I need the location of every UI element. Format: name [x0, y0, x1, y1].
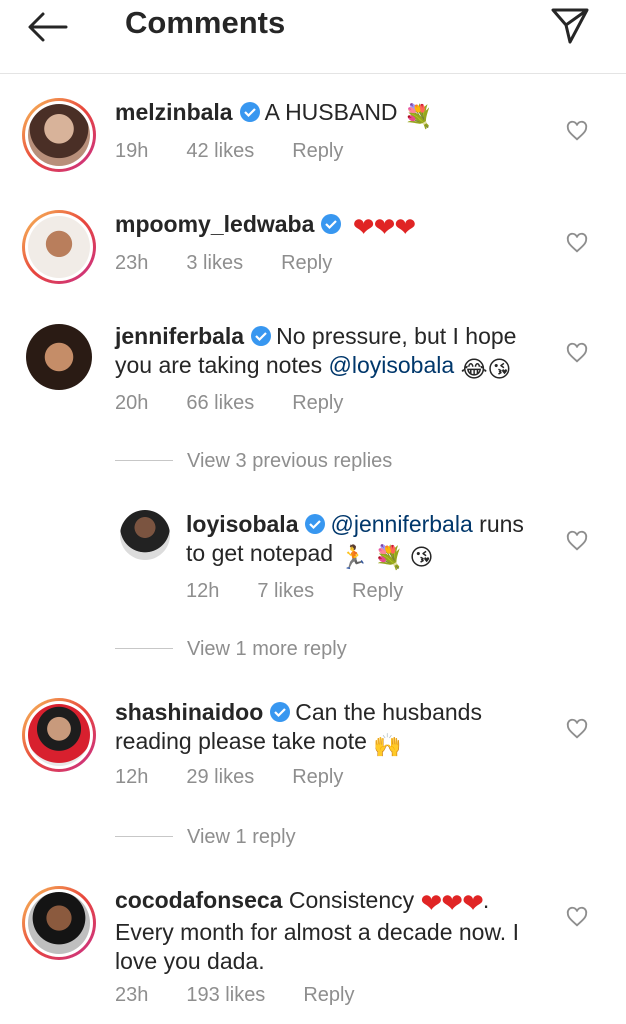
view-replies-label[interactable]: View 3 previous replies — [187, 450, 392, 472]
verified-badge-icon — [321, 214, 342, 234]
comment-meta: 12h 7 likes Reply — [186, 580, 403, 603]
verified-badge-icon — [270, 702, 291, 722]
comment-time: 23h — [115, 984, 149, 1006]
comment-time: 12h — [186, 580, 220, 602]
comment-text: Consistency — [288, 887, 415, 913]
comment-likes[interactable]: 3 likes — [186, 252, 243, 275]
comment-item: mpoomy_ledwaba ❤❤❤ 23h 3 likes Reply — [0, 210, 626, 290]
red-hearts-emoji-icon: ❤❤❤ — [352, 212, 416, 242]
like-heart-icon[interactable] — [566, 906, 588, 928]
verified-badge-icon — [305, 514, 326, 534]
comment-text: No pressure, but I hope — [276, 323, 517, 349]
comment-username[interactable]: jenniferbala — [115, 323, 244, 349]
comment-item: jenniferbala No pressure, but I hope you … — [0, 322, 626, 422]
comment-meta: 12h 29 likes Reply — [115, 766, 343, 789]
comment-username[interactable]: loyisobala — [186, 511, 298, 537]
comment-body: loyisobala @jenniferbala runs to get note… — [186, 510, 566, 572]
reply-item: loyisobala @jenniferbala runs to get note… — [0, 510, 626, 610]
avatar[interactable] — [22, 98, 96, 172]
paper-plane-icon[interactable] — [550, 6, 590, 46]
reply-button[interactable]: Reply — [281, 252, 332, 275]
view-more-replies[interactable]: View 1 more reply — [115, 638, 347, 661]
view-previous-replies[interactable]: View 3 previous replies — [115, 450, 392, 473]
laugh-kiss-emoji-icon: 😂😘 — [460, 356, 512, 382]
comment-meta: 23h 3 likes Reply — [115, 252, 332, 275]
avatar[interactable] — [26, 324, 92, 390]
comment-time: 12h — [115, 766, 149, 788]
comment-text-line3: love you dada. — [115, 948, 265, 974]
comments-header: Comments — [0, 0, 626, 74]
reply-button[interactable]: Reply — [303, 984, 354, 1007]
comment-time: 20h — [115, 392, 149, 414]
comment-item: shashinaidoo Can the husbands reading ple… — [0, 698, 626, 798]
view-replies-label[interactable]: View 1 reply — [187, 826, 296, 848]
avatar[interactable] — [22, 886, 96, 960]
comment-likes[interactable]: 66 likes — [186, 392, 254, 415]
comment-body: shashinaidoo Can the husbands reading ple… — [115, 698, 575, 760]
verified-badge-icon — [251, 326, 272, 346]
avatar[interactable] — [22, 698, 96, 772]
comment-body: melzinbala A HUSBAND 💐 — [115, 98, 433, 131]
comment-username[interactable]: shashinaidoo — [115, 699, 263, 725]
bouquet-emoji-icon: 💐 — [403, 103, 433, 129]
mention-link[interactable]: @loyisobala — [329, 352, 455, 378]
view-replies-label[interactable]: View 1 more reply — [187, 638, 347, 660]
like-heart-icon[interactable] — [566, 120, 588, 142]
like-heart-icon[interactable] — [566, 718, 588, 740]
comment-text-line2: Every month for almost a decade now. I — [115, 919, 519, 945]
red-hearts-emoji-icon: ❤❤❤ — [420, 888, 484, 918]
avatar[interactable] — [120, 510, 170, 560]
comment-username[interactable]: cocodafonseca — [115, 887, 282, 913]
comment-text-line2: reading please take note — [115, 728, 367, 754]
like-heart-icon[interactable] — [566, 342, 588, 364]
divider — [115, 836, 173, 837]
comment-body: cocodafonseca Consistency ❤❤❤. Every mon… — [115, 886, 565, 976]
page-title: Comments — [125, 5, 286, 40]
raised-hands-emoji-icon: 🙌 — [373, 732, 402, 758]
reply-button[interactable]: Reply — [292, 766, 343, 789]
comment-likes[interactable]: 29 likes — [186, 766, 254, 789]
comment-time: 19h — [115, 140, 149, 162]
comment-time: 23h — [115, 252, 149, 274]
comment-meta: 19h 42 likes Reply — [115, 140, 343, 163]
comment-likes[interactable]: 42 likes — [186, 140, 254, 163]
comment-text-dot: . — [482, 887, 490, 913]
runner-bouquet-kiss-emoji-icon: 🏃 💐 😘 — [339, 544, 434, 570]
like-heart-icon[interactable] — [566, 232, 588, 254]
divider — [115, 648, 173, 649]
like-heart-icon[interactable] — [566, 530, 588, 552]
comment-body: mpoomy_ledwaba ❤❤❤ — [115, 210, 416, 242]
comment-body: jenniferbala No pressure, but I hope you … — [115, 322, 575, 384]
reply-button[interactable]: Reply — [352, 580, 403, 603]
divider — [115, 460, 173, 461]
comment-text-line2: to get notepad — [186, 540, 334, 566]
comment-likes[interactable]: 7 likes — [257, 580, 314, 603]
comment-username[interactable]: melzinbala — [115, 99, 233, 125]
arrow-left-icon[interactable] — [26, 10, 70, 44]
reply-button[interactable]: Reply — [292, 140, 343, 163]
mention-link[interactable]: @jenniferbala — [330, 511, 472, 537]
comment-text: A HUSBAND — [264, 99, 398, 125]
verified-badge-icon — [239, 102, 260, 122]
comment-username[interactable]: mpoomy_ledwaba — [115, 211, 314, 237]
comment-meta: 23h 193 likes Reply — [115, 984, 354, 1007]
reply-button[interactable]: Reply — [292, 392, 343, 415]
avatar[interactable] — [22, 210, 96, 284]
comment-text: runs — [479, 511, 524, 537]
comment-text-line2: you are taking notes — [115, 352, 323, 378]
comment-meta: 20h 66 likes Reply — [115, 392, 343, 415]
view-replies[interactable]: View 1 reply — [115, 826, 296, 849]
comment-text: Can the husbands — [295, 699, 482, 725]
comment-item: melzinbala A HUSBAND 💐 19h 42 likes Reply — [0, 98, 626, 178]
comment-likes[interactable]: 193 likes — [186, 984, 265, 1007]
comment-item: cocodafonseca Consistency ❤❤❤. Every mon… — [0, 886, 626, 1016]
